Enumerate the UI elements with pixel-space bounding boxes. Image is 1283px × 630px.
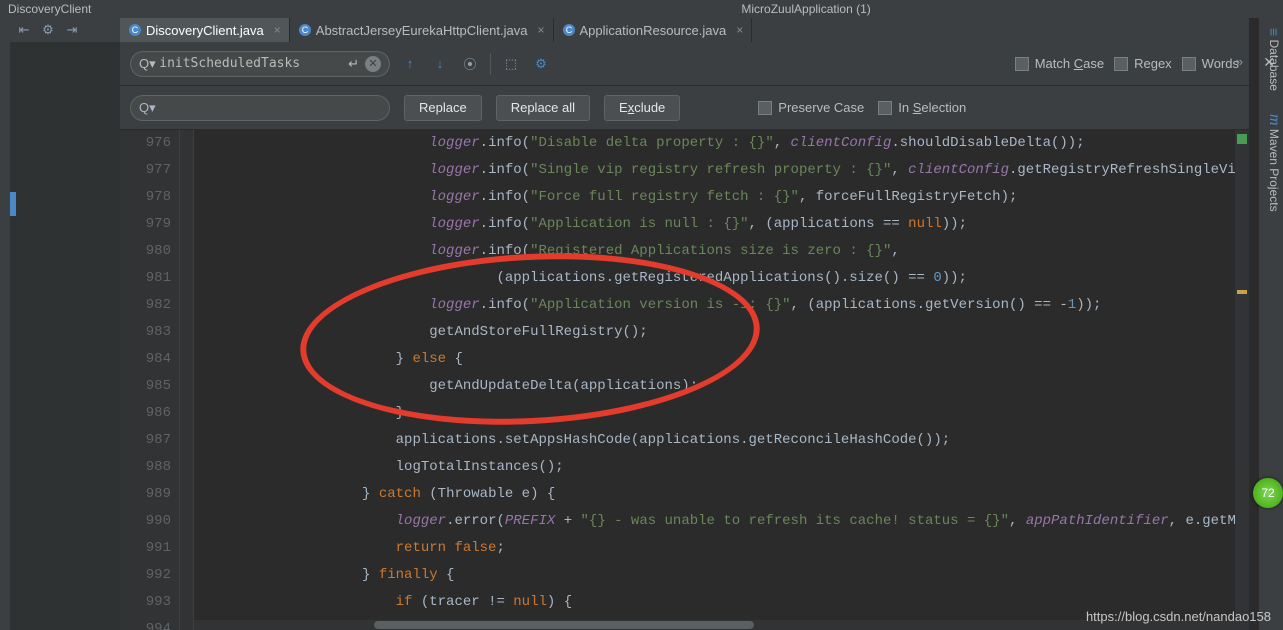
- top-toolbar: DiscoveryClient MicroZuulApplication (1): [0, 0, 1283, 18]
- expand-icon[interactable]: ⇥: [62, 20, 82, 40]
- run-config-label: MicroZuulApplication (1): [741, 2, 870, 16]
- next-match-icon[interactable]: ↓: [430, 54, 450, 74]
- line-number: 984: [120, 346, 171, 373]
- find-bar: Q▾ ↵ ✕ ↑ ↓ ⦿ ⬚ ⚙ Match Case Regex Words: [120, 42, 1249, 86]
- horizontal-scrollbar[interactable]: [194, 620, 1235, 630]
- code-line[interactable]: } finally {: [194, 562, 1235, 589]
- tab-abstractjerseyeurekahttpclient-java[interactable]: CAbstractJerseyEurekaHttpClient.java×: [290, 18, 554, 42]
- code-line[interactable]: logger.info("Disable delta property : {}…: [194, 130, 1235, 157]
- close-search-icon[interactable]: ✕: [1263, 54, 1275, 71]
- line-number: 976: [120, 130, 171, 157]
- left-gutter: [0, 18, 10, 630]
- line-number: 983: [120, 319, 171, 346]
- gear-icon[interactable]: ⚙: [38, 20, 58, 40]
- code-line[interactable]: logTotalInstances();: [194, 454, 1235, 481]
- preserve-case-checkbox[interactable]: Preserve Case: [758, 100, 864, 115]
- select-all-icon[interactable]: ⦿: [460, 54, 480, 74]
- words-checkbox[interactable]: Words: [1182, 56, 1239, 71]
- fold-gutter: [180, 130, 194, 630]
- code-line[interactable]: applications.setAppsHashCode(application…: [194, 427, 1235, 454]
- add-selection-icon[interactable]: ⬚: [501, 54, 521, 74]
- code-line[interactable]: logger.info("Registered Applications siz…: [194, 238, 1235, 265]
- line-number: 979: [120, 211, 171, 238]
- code-line[interactable]: logger.info("Application version is -1: …: [194, 292, 1235, 319]
- match-case-checkbox[interactable]: Match Case: [1015, 56, 1104, 71]
- replace-button[interactable]: Replace: [404, 95, 482, 121]
- line-number: 990: [120, 508, 171, 535]
- tab-discoveryclient-java[interactable]: CDiscoveryClient.java×: [120, 18, 290, 42]
- prev-match-icon[interactable]: ↑: [400, 54, 420, 74]
- line-number: 993: [120, 589, 171, 616]
- breadcrumb[interactable]: DiscoveryClient: [8, 2, 91, 16]
- replace-all-button[interactable]: Replace all: [496, 95, 590, 121]
- clear-icon[interactable]: ✕: [365, 56, 381, 72]
- warning-mark: [1237, 290, 1247, 294]
- code-line[interactable]: } else {: [194, 346, 1235, 373]
- exclude-button[interactable]: Exclude: [604, 95, 680, 121]
- left-toolbar: ⇤ ⚙ ⇥: [10, 18, 120, 42]
- search-input[interactable]: [159, 56, 348, 71]
- scrollbar-thumb[interactable]: [374, 621, 754, 629]
- ok-mark: [1237, 134, 1247, 144]
- replace-field[interactable]: Q▾: [130, 95, 390, 121]
- regex-checkbox[interactable]: Regex: [1114, 56, 1172, 71]
- code-line[interactable]: (applications.getRegisteredApplications(…: [194, 265, 1235, 292]
- close-tab-icon[interactable]: ×: [274, 23, 281, 37]
- line-number: 978: [120, 184, 171, 211]
- line-number: 994: [120, 616, 171, 630]
- line-number: 989: [120, 481, 171, 508]
- line-number: 985: [120, 373, 171, 400]
- code-area[interactable]: logger.info("Disable delta property : {}…: [194, 130, 1235, 630]
- close-tab-icon[interactable]: ×: [736, 23, 743, 37]
- right-sidebar: ≡ Database m Maven Projects: [1259, 18, 1283, 630]
- line-number: 980: [120, 238, 171, 265]
- run-config[interactable]: MicroZuulApplication (1): [741, 2, 870, 16]
- divider: [490, 53, 491, 75]
- code-line[interactable]: }: [194, 400, 1235, 427]
- code-line[interactable]: getAndStoreFullRegistry();: [194, 319, 1235, 346]
- line-number: 992: [120, 562, 171, 589]
- collapse-icon[interactable]: ⇤: [14, 20, 34, 40]
- code-line[interactable]: getAndUpdateDelta(applications);: [194, 373, 1235, 400]
- line-number: 988: [120, 454, 171, 481]
- tab-applicationresource-java[interactable]: CApplicationResource.java×: [554, 18, 753, 42]
- left-panel: [10, 42, 120, 630]
- code-line[interactable]: logger.error(PREFIX + "{} - was unable t…: [194, 508, 1235, 535]
- search-icon: Q▾: [139, 100, 156, 116]
- more-options[interactable]: »: [1236, 54, 1243, 69]
- search-icon: Q▾: [139, 56, 159, 72]
- code-editor[interactable]: 9769779789799809819829839849859869879889…: [120, 130, 1249, 630]
- error-stripe[interactable]: [1235, 130, 1249, 630]
- line-number: 977: [120, 157, 171, 184]
- enter-icon: ↵: [348, 56, 359, 72]
- watermark: https://blog.csdn.net/nandao158: [1086, 609, 1271, 624]
- code-line[interactable]: } catch (Throwable e) {: [194, 481, 1235, 508]
- line-number: 991: [120, 535, 171, 562]
- selection-marker: [10, 192, 16, 216]
- line-number: 987: [120, 427, 171, 454]
- code-line[interactable]: logger.info("Single vip registry refresh…: [194, 157, 1235, 184]
- maven-tool[interactable]: m Maven Projects: [1265, 114, 1283, 212]
- code-line[interactable]: return false;: [194, 535, 1235, 562]
- line-number: 986: [120, 400, 171, 427]
- svg-text:C: C: [302, 25, 309, 35]
- code-line[interactable]: if (tracer != null) {: [194, 589, 1235, 616]
- in-selection-checkbox[interactable]: In Selection: [878, 100, 966, 115]
- line-number: 982: [120, 292, 171, 319]
- line-gutter: 9769779789799809819829839849859869879889…: [120, 130, 180, 630]
- code-line[interactable]: logger.info("Application is null : {}", …: [194, 211, 1235, 238]
- notification-badge[interactable]: 72: [1253, 478, 1283, 508]
- settings-icon[interactable]: ⚙: [531, 54, 551, 74]
- search-field[interactable]: Q▾ ↵ ✕: [130, 51, 390, 77]
- editor-tabs: CDiscoveryClient.java×CAbstractJerseyEur…: [120, 18, 1249, 42]
- replace-bar: Q▾ Replace Replace all Exclude Preserve …: [120, 86, 1249, 130]
- line-number: 981: [120, 265, 171, 292]
- close-tab-icon[interactable]: ×: [537, 23, 544, 37]
- svg-text:C: C: [565, 25, 572, 35]
- code-line[interactable]: logger.info("Force full registry fetch :…: [194, 184, 1235, 211]
- svg-text:C: C: [132, 25, 139, 35]
